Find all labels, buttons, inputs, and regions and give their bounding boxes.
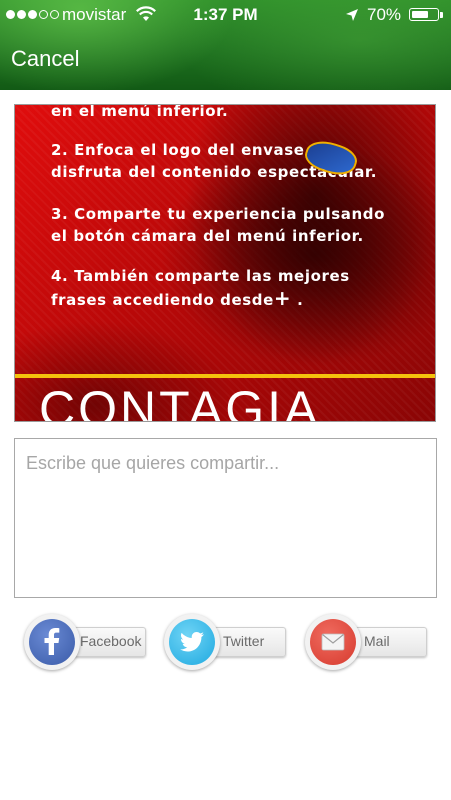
mail-label: Mail <box>364 633 390 649</box>
instruction-line: 2. Enfoca el logo del envase y <box>51 141 321 159</box>
twitter-button-circle[interactable] <box>164 614 220 670</box>
status-bar: movistar 1:37 PM 70% <box>0 0 451 30</box>
mail-envelope-icon <box>310 619 356 665</box>
share-input-placeholder: Escribe que quieres compartir... <box>26 453 280 473</box>
facebook-button-circle[interactable] <box>24 614 80 670</box>
banner-divider <box>15 374 435 378</box>
twitter-bird-icon <box>169 619 215 665</box>
twitter-label: Twitter <box>223 633 265 649</box>
instruction-period: . <box>297 291 304 309</box>
cancel-button[interactable]: Cancel <box>11 46 79 72</box>
banner-text: CONTAGIA <box>39 381 321 422</box>
instruction-line: en el menú inferior. <box>51 104 229 120</box>
facebook-share-button[interactable]: Facebook <box>24 614 146 672</box>
instruction-line: 4. También comparte las mejores <box>51 267 350 285</box>
battery-percent: 70% <box>367 5 402 24</box>
navigation-header: movistar 1:37 PM 70% Cancel <box>0 0 451 90</box>
instruction-line: el botón cámara del menú inferior. <box>51 227 364 245</box>
share-text-input[interactable]: Escribe que quieres compartir... <box>14 438 437 598</box>
shared-image-preview: en el menú inferior. 2. Enfoca el logo d… <box>14 104 436 422</box>
location-arrow-icon <box>345 7 359 27</box>
facebook-icon <box>29 619 75 665</box>
facebook-label: Facebook <box>80 633 142 649</box>
plus-icon: + <box>273 286 292 310</box>
battery-tip <box>440 12 443 18</box>
instruction-line-last: frases accediendo desde+ . <box>51 287 303 311</box>
mail-share-button[interactable]: Mail <box>305 614 427 672</box>
battery-fill <box>411 10 429 18</box>
battery-icon <box>409 8 439 21</box>
instruction-line: 3. Comparte tu experiencia pulsando <box>51 205 386 223</box>
instruction-text: frases accediendo desde <box>51 291 274 309</box>
mail-button-circle[interactable] <box>305 614 361 670</box>
twitter-share-button[interactable]: Twitter <box>164 614 286 672</box>
